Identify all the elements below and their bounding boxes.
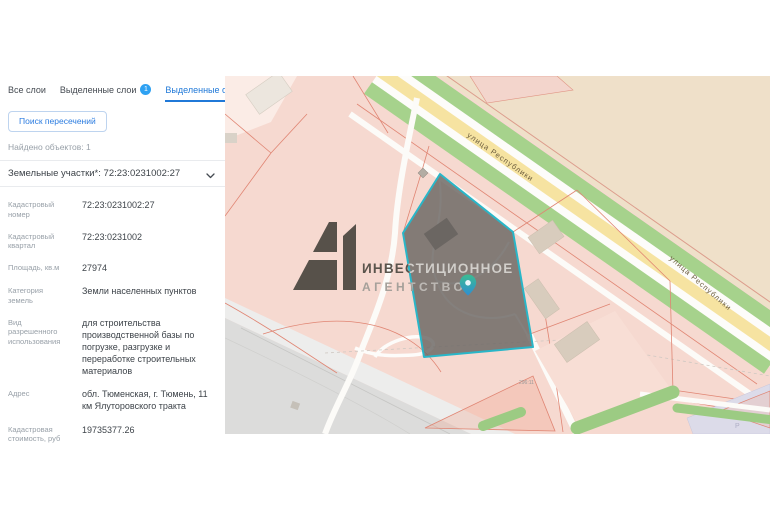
- attribute-value: 27974: [82, 262, 215, 274]
- attribute-row: Кадастровый квартал 72:23:0231002: [0, 225, 225, 257]
- map-canvas[interactable]: Р: [225, 76, 770, 434]
- attribute-row: Адрес обл. Тюменская, г. Тюмень, 11 км Я…: [0, 382, 225, 417]
- tab-all-layers[interactable]: Все слои: [8, 85, 46, 102]
- attribute-value: 72:23:0231002: [82, 231, 215, 252]
- attribute-label: Кадастровый квартал: [8, 231, 70, 252]
- attribute-label: Кадастровая стоимость, руб: [8, 424, 70, 445]
- attribute-value: для строительства производственной базы …: [82, 317, 215, 378]
- search-intersections-button[interactable]: Поиск пересечений: [8, 111, 107, 132]
- attribute-value: 19735377.26: [82, 424, 215, 445]
- attribute-value: 72:23:0231002:27: [82, 199, 215, 220]
- attribute-row: Кадастровый номер 72:23:0231002:27: [0, 193, 225, 225]
- object-header-row[interactable]: Земельные участки*: 72:23:0231002:27: [0, 161, 225, 186]
- attribute-label: Площадь, кв.м: [8, 262, 70, 274]
- tab-selected-layers[interactable]: Выделенные слои 1: [60, 84, 152, 102]
- attribute-label: Категория земель: [8, 285, 70, 306]
- attribute-row: Площадь, кв.м 27974: [0, 256, 225, 279]
- corner-parcel-label: Р: [735, 423, 740, 430]
- attribute-row: Кадастровая стоимость, руб 19735377.26: [0, 418, 225, 450]
- count-badge: 1: [140, 84, 151, 95]
- attribute-label: Адрес: [8, 388, 70, 412]
- attribute-value: обл. Тюменская, г. Тюмень, 11 км Ялуторо…: [82, 388, 215, 412]
- app-window: Все слои Выделенные слои 1 Выделенные об…: [0, 0, 770, 510]
- tab-label: Выделенные слои: [60, 85, 137, 95]
- attribute-list: Кадастровый номер 72:23:0231002:27 Кадас…: [0, 187, 225, 449]
- parcel-number-label: 296:11: [519, 380, 534, 386]
- attribute-label: Кадастровый номер: [8, 199, 70, 220]
- results-count: Найдено объектов: 1: [8, 142, 217, 152]
- attribute-row: Вид разрешенного использования для строи…: [0, 311, 225, 383]
- chevron-down-icon: [206, 171, 215, 177]
- attribute-label: Вид разрешенного использования: [8, 317, 70, 378]
- attribute-value: Земли населенных пунктов: [82, 285, 215, 306]
- object-header: Земельные участки*: 72:23:0231002:27: [8, 168, 180, 179]
- attribute-row: Категория земель Земли населенных пункто…: [0, 279, 225, 311]
- tab-label: Все слои: [8, 85, 46, 95]
- layer-tabs: Все слои Выделенные слои 1 Выделенные об…: [0, 76, 225, 102]
- info-panel: Все слои Выделенные слои 1 Выделенные об…: [0, 76, 225, 434]
